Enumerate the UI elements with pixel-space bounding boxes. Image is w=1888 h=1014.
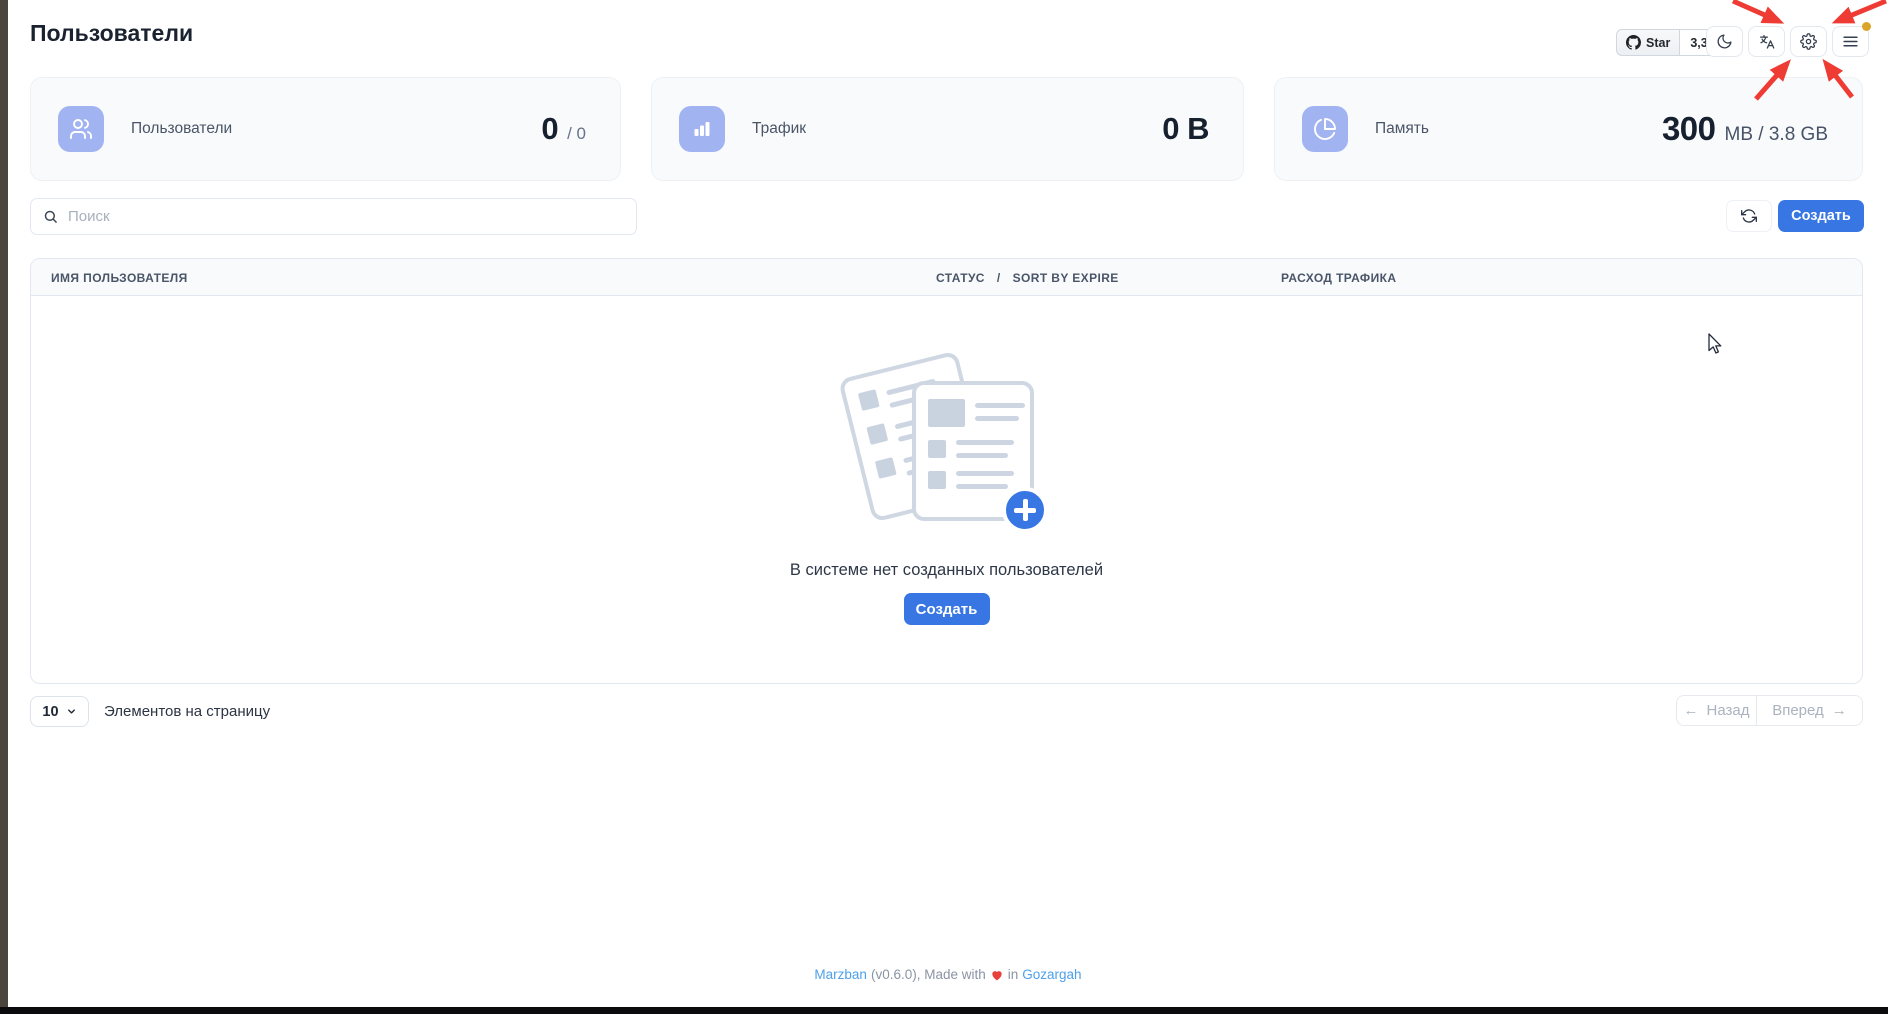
search-box — [30, 198, 637, 235]
stat-label: Трафик — [752, 120, 806, 138]
page-title: Пользователи — [30, 20, 193, 47]
prev-page-button[interactable]: ← Назад — [1676, 695, 1757, 726]
column-traffic: РАСХОД ТРАФИКА — [1281, 259, 1396, 296]
plus-icon — [1002, 487, 1048, 533]
pagination-controls: ← Назад Вперед → — [1676, 695, 1863, 726]
theme-toggle-button[interactable] — [1706, 26, 1743, 57]
github-star-button[interactable]: Star — [1616, 29, 1680, 56]
settings-button[interactable] — [1790, 26, 1827, 57]
arrow-left-icon: ← — [1684, 702, 1699, 719]
moon-icon — [1716, 33, 1733, 50]
gear-icon — [1800, 33, 1817, 50]
marzban-users-page: Пользователи Star 3,360 — [0, 0, 1888, 1014]
search-input[interactable] — [68, 208, 624, 225]
stat-suffix: MB / 3.8 GB — [1725, 124, 1828, 146]
search-icon — [43, 209, 58, 224]
stat-value: 0 — [541, 111, 558, 147]
refresh-icon — [1741, 208, 1757, 224]
page-size-label: Элементов на страницу — [104, 696, 270, 727]
footer-version-text: (v0.6.0), Made with — [871, 967, 986, 982]
translate-icon — [1758, 33, 1776, 51]
footer: Marzban (v0.6.0), Made with in Gozargah — [8, 967, 1888, 982]
next-page-button[interactable]: Вперед → — [1756, 695, 1863, 726]
column-status-sort[interactable]: СТАТУС / SORT BY EXPIRE — [936, 259, 1119, 296]
menu-icon — [1842, 34, 1859, 49]
marzban-link[interactable]: Marzban — [814, 967, 867, 982]
next-page-label: Вперед — [1772, 702, 1824, 719]
stat-value: 300 — [1662, 110, 1716, 148]
pie-chart-icon — [1302, 106, 1348, 152]
stat-card-users: Пользователи 0 / 0 — [30, 77, 621, 181]
footer-in-text: in — [1008, 967, 1019, 982]
stat-suffix: / 0 — [567, 124, 586, 144]
taskbar-edge — [0, 1007, 1888, 1014]
stat-value: 0 B — [1162, 111, 1209, 147]
column-username[interactable]: ИМЯ ПОЛЬЗОВАТЕЛЯ — [51, 259, 188, 296]
gozargah-link[interactable]: Gozargah — [1022, 967, 1081, 982]
page-size-value: 10 — [42, 704, 58, 720]
refresh-button[interactable] — [1726, 200, 1772, 232]
empty-state-message: В системе нет созданных пользователей — [31, 561, 1862, 580]
prev-page-label: Назад — [1707, 702, 1750, 719]
chevron-down-icon — [66, 706, 77, 717]
bar-chart-icon — [679, 106, 725, 152]
heart-icon — [990, 968, 1004, 982]
empty-state-illustration — [846, 353, 1096, 565]
stat-label: Пользователи — [131, 120, 232, 138]
stat-label: Память — [1375, 120, 1429, 138]
stat-card-traffic: Трафик 0 B — [651, 77, 1244, 181]
language-button[interactable] — [1748, 26, 1785, 57]
column-status[interactable]: СТАТУС — [936, 271, 985, 285]
stat-card-memory: Память 300 MB / 3.8 GB — [1274, 77, 1863, 181]
column-sort-by-expire[interactable]: SORT BY EXPIRE — [1013, 271, 1119, 285]
arrow-right-icon: → — [1832, 702, 1847, 719]
page-size-select[interactable]: 10 — [30, 696, 89, 727]
users-icon — [58, 106, 104, 152]
menu-button[interactable] — [1832, 26, 1869, 57]
github-star-label: Star — [1646, 36, 1670, 50]
window-left-edge — [0, 0, 8, 1014]
users-table: ИМЯ ПОЛЬЗОВАТЕЛЯ СТАТУС / SORT BY EXPIRE… — [30, 258, 1863, 684]
users-table-header: ИМЯ ПОЛЬЗОВАТЕЛЯ СТАТУС / SORT BY EXPIRE… — [31, 259, 1862, 296]
notification-dot — [1862, 22, 1871, 31]
column-separator: / — [997, 271, 1001, 285]
empty-state-create-button[interactable]: Создать — [904, 593, 990, 625]
github-icon — [1626, 35, 1641, 50]
create-user-button[interactable]: Создать — [1778, 200, 1864, 232]
